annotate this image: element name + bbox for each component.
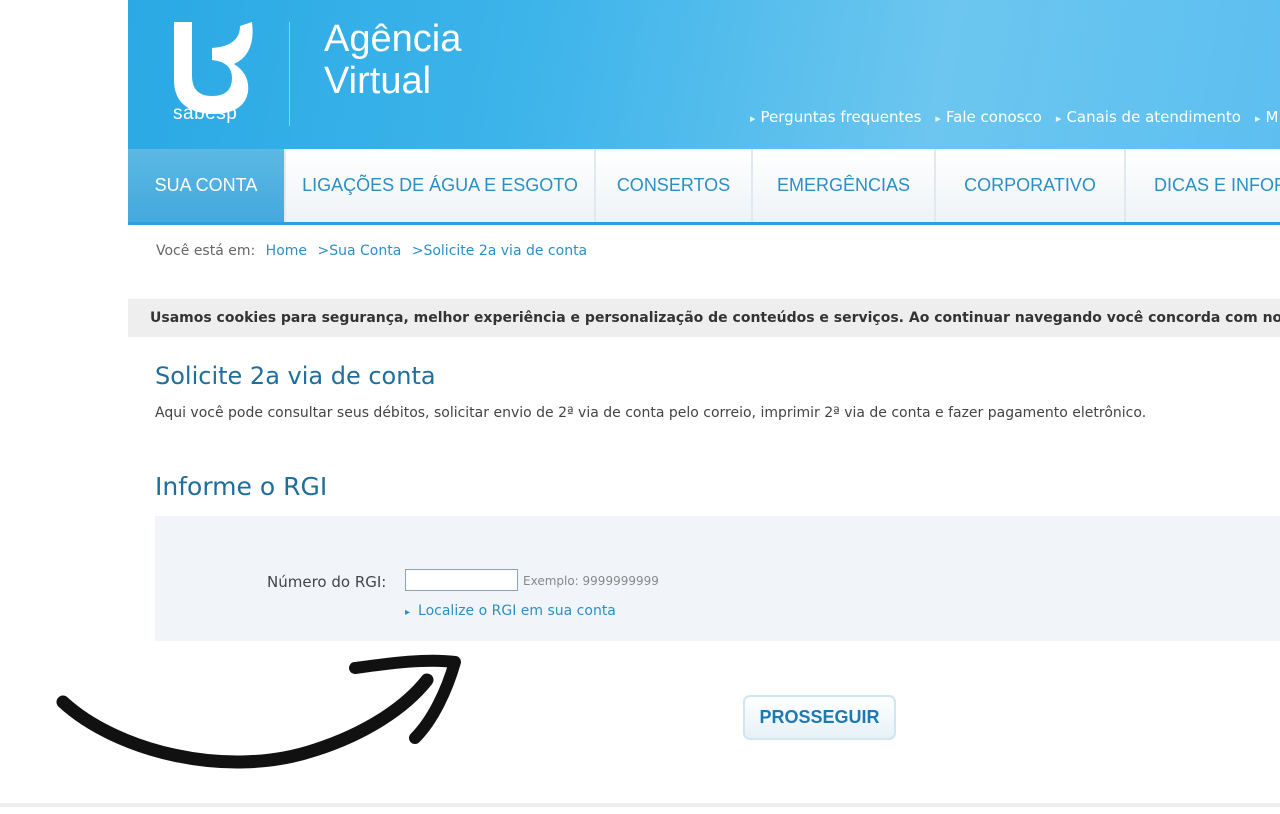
link-truncated[interactable]: M: [1255, 108, 1279, 126]
breadcrumb: Você está em: Home >Sua Conta >Solicite …: [156, 243, 587, 259]
curved-arrow-icon: [56, 654, 461, 769]
top-links: Perguntas frequentes Fale conosco Canais…: [750, 108, 1279, 126]
brand-title: Agência Virtual: [324, 18, 461, 102]
link-fale-conosco[interactable]: Fale conosco: [935, 108, 1042, 126]
rgi-form: Número do RGI: Exemplo: 9999999999 Local…: [155, 516, 1280, 641]
rgi-input[interactable]: [405, 569, 518, 591]
link-canais-atendimento[interactable]: Canais de atendimento: [1056, 108, 1241, 126]
breadcrumb-sua-conta[interactable]: >Sua Conta: [317, 243, 401, 259]
prosseguir-button[interactable]: PROSSEGUIR: [743, 695, 896, 740]
nav-consertos[interactable]: CONSERTOS: [596, 149, 753, 222]
rgi-hint: Exemplo: 9999999999: [523, 574, 659, 588]
page-title: Solicite 2a via de conta: [155, 362, 436, 390]
breadcrumb-current[interactable]: >Solicite 2a via de conta: [412, 243, 587, 259]
brand-line-1: Agência: [324, 18, 462, 60]
page-intro: Aqui você pode consultar seus débitos, s…: [155, 405, 1147, 421]
rgi-label: Número do RGI:: [267, 573, 387, 591]
nav-corporativo[interactable]: CORPORATIVO: [936, 149, 1126, 222]
nav-sua-conta[interactable]: SUA CONTA: [128, 149, 286, 222]
footer-divider: [0, 803, 1280, 807]
localize-rgi-link[interactable]: Localize o RGI em sua conta: [405, 603, 616, 619]
logo-text: sabesp: [173, 103, 238, 124]
form-title: Informe o RGI: [155, 472, 328, 501]
nav-ligacoes[interactable]: LIGAÇÕES DE ÁGUA E ESGOTO: [286, 149, 596, 222]
cookie-notice: Usamos cookies para segurança, melhor ex…: [128, 299, 1280, 337]
nav-dicas[interactable]: DICAS E INFOR: [1126, 149, 1280, 222]
breadcrumb-home[interactable]: Home: [266, 243, 307, 259]
cookie-text: Usamos cookies para segurança, melhor ex…: [150, 310, 1280, 326]
brand-line-2: Virtual: [324, 60, 432, 102]
header: sabesp Agência Virtual Perguntas frequen…: [128, 0, 1280, 149]
nav-emergencias[interactable]: EMERGÊNCIAS: [753, 149, 936, 222]
header-divider: [289, 22, 290, 126]
breadcrumb-prefix: Você está em:: [156, 243, 256, 259]
link-perguntas-frequentes[interactable]: Perguntas frequentes: [750, 108, 922, 126]
main-nav: SUA CONTA LIGAÇÕES DE ÁGUA E ESGOTO CONS…: [128, 149, 1280, 225]
